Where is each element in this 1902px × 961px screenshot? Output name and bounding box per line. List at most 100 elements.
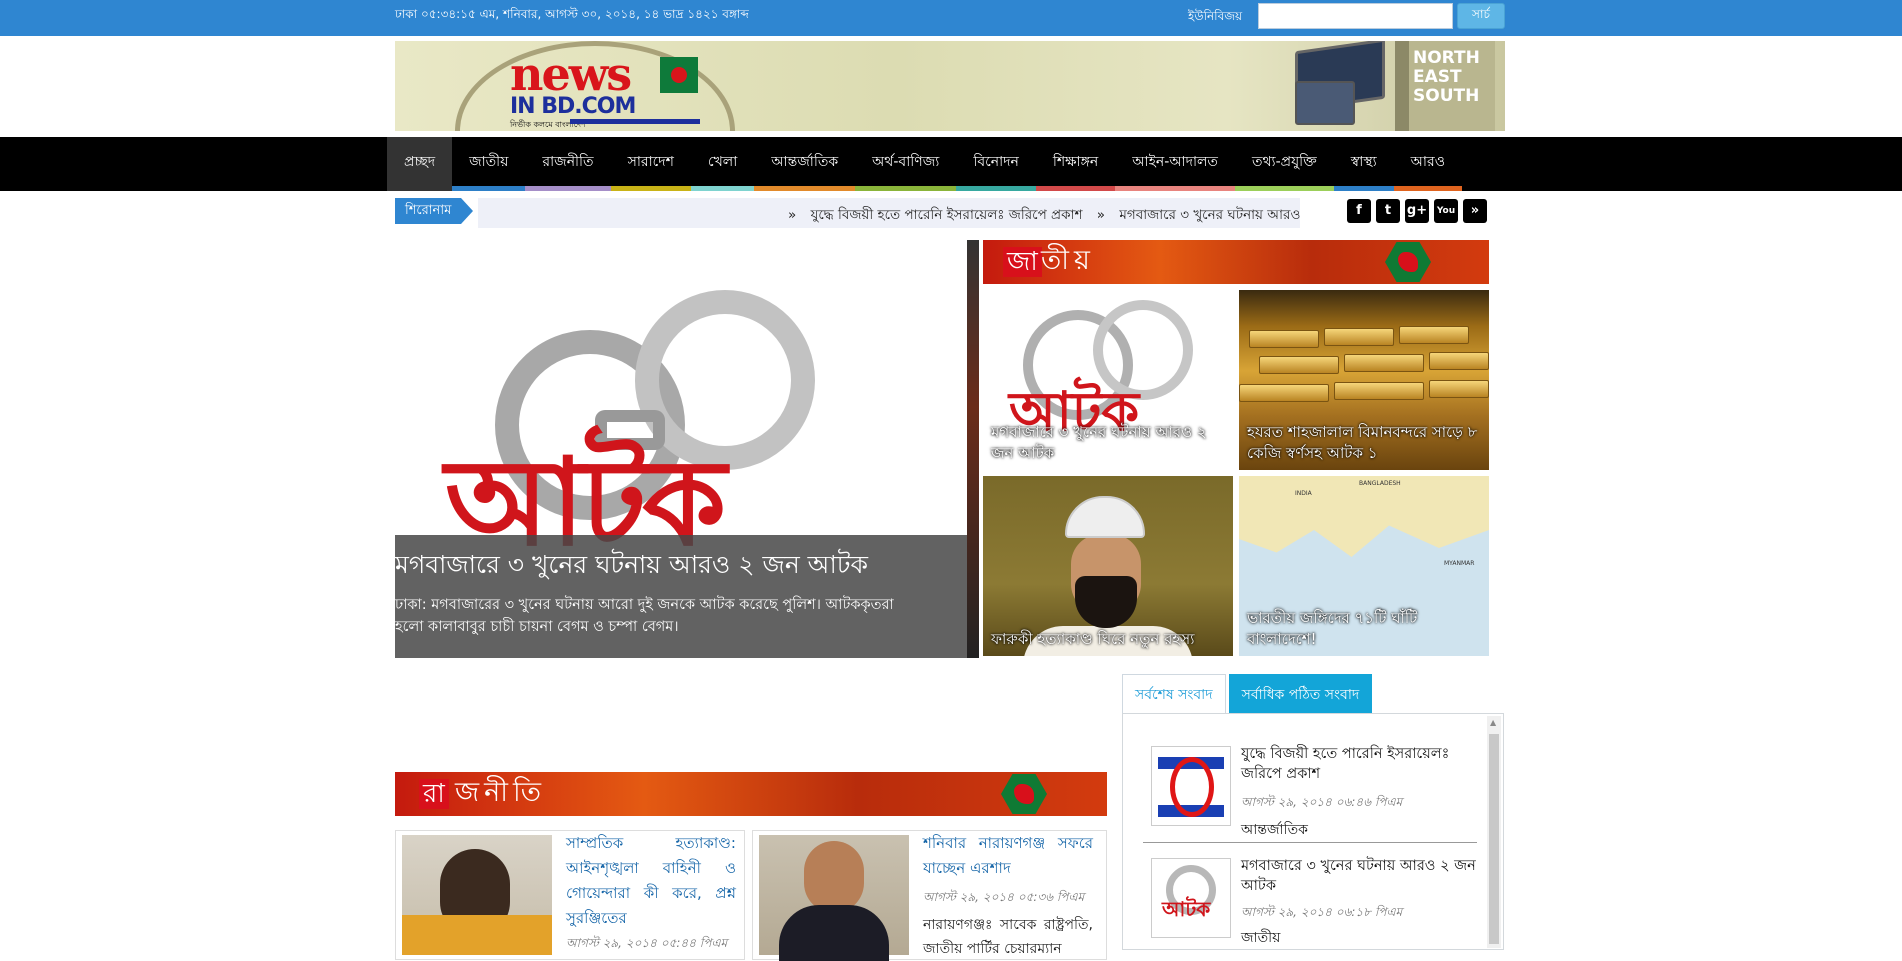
news-item-title[interactable]: যুদ্ধে বিজয়ী হতে পারেনি ইসরায়েলঃ জরিপে…	[1241, 744, 1481, 784]
scrollbar-thumb[interactable]	[1489, 734, 1499, 944]
news-item-category[interactable]: আন্তর্জাতিক	[1241, 818, 1308, 842]
news-card[interactable]: শনিবার নারায়ণগঞ্জ সফরে যাচ্ছেন এরশাদ আগ…	[752, 830, 1107, 961]
nav-item-label[interactable]: প্রচ্ছদ	[387, 137, 453, 191]
rss-icon[interactable]: »	[1463, 199, 1487, 223]
nav-item[interactable]: শিক্ষাঙ্গন	[1035, 137, 1116, 191]
banner-ad[interactable]: NORTH EAST SOUTH	[1395, 41, 1495, 131]
portrait-cap	[1065, 496, 1145, 538]
section-header-rajniti[interactable]: রা জনীতি	[395, 772, 1107, 816]
twitter-icon[interactable]: t	[1376, 199, 1400, 223]
nav-item-label[interactable]: আইন-আদালত	[1115, 137, 1235, 191]
jatiyo-tile[interactable]: হযরত শাহজালাল বিমানবন্দরে সাড়ে ৮ কেজি স…	[1239, 290, 1489, 470]
jatiyo-tile[interactable]: INDIA BANGLADESH MYANMAR ভারতীয় জঙ্গিদে…	[1239, 476, 1489, 656]
gold-bar	[1344, 354, 1424, 372]
nav-item[interactable]: স্বাস্থ্য	[1333, 137, 1394, 191]
site-logo[interactable]: news IN BD.COM নির্ভীক কলমে বাংলাদেশ	[510, 51, 700, 129]
nav-item-underline	[1234, 186, 1334, 191]
nav-item-label[interactable]: খেলা	[691, 137, 754, 191]
youtube-icon[interactable]: You	[1434, 199, 1458, 223]
nav-item[interactable]: আইন-আদালত	[1115, 137, 1235, 191]
site-banner: news IN BD.COM নির্ভীক কলমে বাংলাদেশ NOR…	[395, 41, 1505, 131]
nav-list: প্রচ্ছদ জাতীয় রাজনীতি সারাদেশ খেলা আন্তর্জাত…	[387, 137, 1463, 191]
nav-item-label[interactable]: শিক্ষাঙ্গন	[1036, 137, 1115, 191]
nav-item-underline	[1115, 186, 1235, 191]
ticker-arrow-icon: »	[788, 207, 797, 223]
tablet-ad-image	[1295, 81, 1355, 125]
ticker-item[interactable]: মগবাজারে ৩ খুনের ঘটনায় আরও	[1119, 207, 1300, 223]
current-date: ঢাকা ০৫:৩৪:১৫ এম, শনিবার, আগস্ট ৩০, ২০১৪…	[395, 7, 749, 21]
portrait-beard	[1075, 576, 1137, 628]
slider-headline[interactable]: মগবাজারে ৩ খুনের ঘটনায় আরও ২ জন আটক	[395, 535, 967, 588]
nav-item-label[interactable]: আন্তর্জাতিক	[754, 137, 855, 191]
news-thumbnail	[1151, 746, 1231, 826]
bangladesh-map-emblem-icon	[1385, 242, 1431, 282]
tile-caption: মগবাজারে ৩ খুনের ঘটনায় আরও ২ জন আটক	[991, 423, 1207, 462]
news-card-title[interactable]: সাম্প্রতিক হত্যাকাণ্ড: আইনশৃঙ্খলা বাহিনী…	[566, 831, 736, 931]
latest-news-item[interactable]: আটক মগবাজারে ৩ খুনের ঘটনায় আরও ২ জন আটক…	[1149, 850, 1479, 960]
nav-item-label[interactable]: স্বাস্থ্য	[1334, 137, 1394, 191]
nav-item[interactable]: আরও	[1393, 137, 1463, 191]
news-card-summary: নারায়ণগঞ্জঃ সাবেক রাষ্ট্রপতি, জাতীয় পা…	[923, 917, 1093, 957]
nav-item-label[interactable]: জাতীয়	[452, 137, 525, 191]
logo-inbd-text: IN BD.COM	[510, 94, 636, 119]
gold-bar	[1249, 330, 1319, 348]
nav-item-label[interactable]: বিনোদন	[956, 137, 1036, 191]
gold-bar	[1324, 328, 1394, 346]
pen-flag-icon	[660, 57, 698, 93]
main-nav: প্রচ্ছদ জাতীয় রাজনীতি সারাদেশ খেলা আন্তর্জাত…	[0, 137, 1902, 191]
nav-item[interactable]: খেলা	[690, 137, 755, 191]
nav-item[interactable]: তথ্য-প্রযুক্তি	[1234, 137, 1334, 191]
map-label: INDIA	[1295, 490, 1312, 497]
nav-item-label[interactable]: অর্থ-বাণিজ্য	[855, 137, 956, 191]
scroll-up-icon[interactable]: ▲	[1490, 718, 1496, 727]
nav-item-underline	[690, 186, 755, 191]
section-header-jatiyo[interactable]: জা তীয়	[983, 240, 1489, 284]
facebook-icon[interactable]: f	[1347, 199, 1371, 223]
news-card-title[interactable]: শনিবার নারায়ণগঞ্জ সফরে যাচ্ছেন এরশাদ	[923, 831, 1093, 881]
latest-news-item[interactable]: যুদ্ধে বিজয়ী হতে পারেনি ইসরায়েলঃ জরিপে…	[1149, 738, 1479, 848]
tab-latest-news[interactable]: সর্বশেষ সংবাদ	[1122, 674, 1226, 714]
ticker-item[interactable]: যুদ্ধে বিজয়ী হতে পারেনি ইসরায়েলঃ জরিপে…	[811, 207, 1083, 223]
portrait-body	[779, 905, 889, 961]
map-land	[1239, 476, 1489, 557]
tab-most-read[interactable]: সর্বাধিক পঠিত সংবাদ	[1228, 674, 1373, 714]
news-card[interactable]: সাম্প্রতিক হত্যাকাণ্ড: আইনশৃঙ্খলা বাহিনী…	[395, 830, 745, 960]
gold-bar	[1399, 326, 1469, 344]
gold-bar	[1334, 382, 1424, 400]
top-bar: ঢাকা ০৫:৩৪:১৫ এম, শনিবার, আগস্ট ৩০, ২০১৪…	[0, 0, 1902, 36]
news-item-category[interactable]: জাতীয়	[1241, 926, 1280, 950]
search-input[interactable]	[1258, 3, 1453, 29]
social-links: f t g+ You »	[1347, 199, 1487, 223]
nav-item[interactable]: আন্তর্জাতিক	[754, 137, 856, 191]
logo-underline	[570, 119, 700, 124]
nav-item[interactable]: রাজনীতি	[525, 137, 611, 191]
latest-news-panel: যুদ্ধে বিজয়ী হতে পারেনি ইসরায়েলঃ জরিপে…	[1122, 713, 1504, 950]
nav-item[interactable]: অর্থ-বাণিজ্য	[855, 137, 957, 191]
google-plus-icon[interactable]: g+	[1405, 199, 1429, 223]
news-item-date: আগস্ট ২৯, ২০১৪ ০৬:১৮ পিএম	[1241, 905, 1403, 919]
jatiyo-tile[interactable]: ফারুকী হত্যাকাণ্ড ঘিরে নতুন রহস্য	[983, 476, 1233, 656]
nav-item[interactable]: বিনোদন	[956, 137, 1036, 191]
unicode-bijoy-toggle[interactable]: ইউনিবিজয়	[1188, 8, 1242, 28]
jatiyo-tile[interactable]: আটক মগবাজারে ৩ খুনের ঘটনায় আরও ২ জন আটক	[983, 290, 1233, 470]
news-item-date: আগস্ট ২৯, ২০১৪ ০৬:৪৬ পিএম	[1241, 795, 1403, 809]
nav-item-label[interactable]: আরও	[1394, 137, 1462, 191]
nav-item-underline	[855, 186, 957, 191]
ticker-arrow-icon: »	[1096, 207, 1106, 223]
nav-item[interactable]: প্রচ্ছদ	[387, 137, 453, 191]
search-button[interactable]: সার্চ	[1457, 3, 1505, 29]
nav-item-label[interactable]: রাজনীতি	[525, 137, 610, 191]
nav-item[interactable]: সারাদেশ	[610, 137, 691, 191]
panel-scrollbar[interactable]: ▲	[1487, 716, 1501, 948]
section-title: জনীতি	[455, 777, 546, 808]
gold-bar	[1429, 380, 1489, 398]
nav-item-label[interactable]: তথ্য-প্রযুক্তি	[1235, 137, 1334, 191]
portrait-face	[804, 841, 864, 913]
featured-slider[interactable]: আটক মগবাজারে ৩ খুনের ঘটনায় আরও ২ জন আটক…	[395, 240, 967, 658]
headline-ticker-label: শিরোনাম	[395, 198, 474, 224]
nav-item[interactable]: জাতীয়	[452, 137, 526, 191]
nav-item-underline	[525, 186, 611, 191]
news-card-date: আগস্ট ২৯, ২০১৪ ০৫:৪৪ পিএম	[566, 936, 728, 950]
news-item-title[interactable]: মগবাজারে ৩ খুনের ঘটনায় আরও ২ জন আটক	[1241, 856, 1481, 896]
nav-item-label[interactable]: সারাদেশ	[611, 137, 691, 191]
